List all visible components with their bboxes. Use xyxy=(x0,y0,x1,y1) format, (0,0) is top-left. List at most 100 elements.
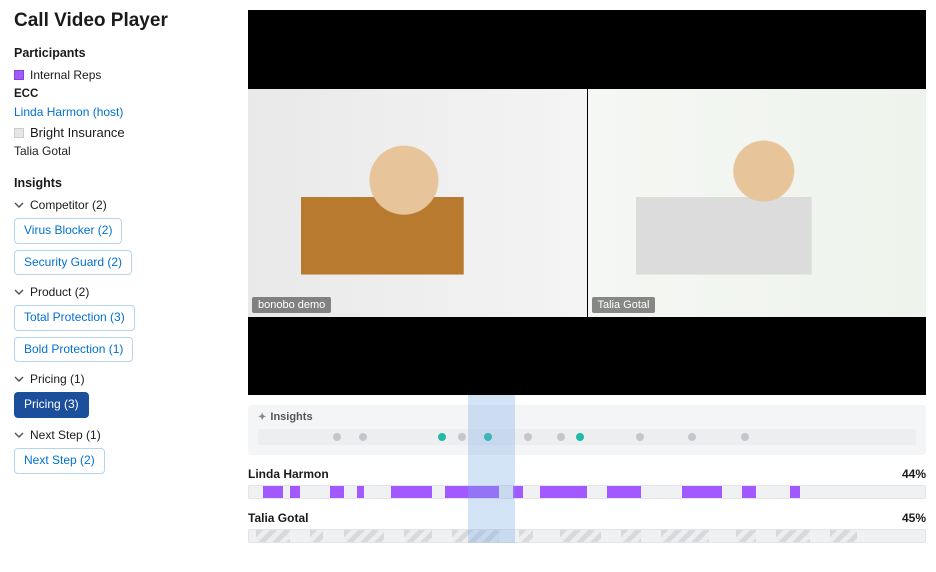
legend-label: Internal Reps xyxy=(30,68,101,82)
speaker-track[interactable] xyxy=(248,529,926,543)
speech-segment xyxy=(607,486,641,498)
insight-chip[interactable]: Next Step (2) xyxy=(14,448,105,474)
chip-row: Next Step (2) xyxy=(14,448,226,474)
chip-row: Total Protection (3) Bold Protection (1) xyxy=(14,305,226,362)
chevron-down-icon xyxy=(14,374,24,384)
insight-group-toggle[interactable]: Pricing (1) xyxy=(14,372,226,386)
insight-chip[interactable]: Bold Protection (1) xyxy=(14,337,133,363)
insight-dot[interactable] xyxy=(557,433,565,441)
speech-segment xyxy=(682,486,723,498)
speech-segment xyxy=(742,486,756,498)
insight-group-label: Competitor (2) xyxy=(30,198,107,212)
speech-segment xyxy=(661,530,708,542)
video-area[interactable]: bonobo demo Talia Gotal xyxy=(248,10,926,395)
participants-heading: Participants xyxy=(14,46,226,60)
timeline-container: ✦ Insights Linda Harmon 44% Talia Gotal 45% xyxy=(248,395,926,543)
insights-track[interactable] xyxy=(258,429,916,445)
insight-group: Competitor (2) Virus Blocker (2) Security … xyxy=(14,198,226,275)
speech-segment xyxy=(540,486,587,498)
insights-strip-title: ✦ Insights xyxy=(258,411,916,423)
participant-external: Talia Gotal xyxy=(14,144,226,158)
insight-dot[interactable] xyxy=(576,433,584,441)
insights-timeline-strip: ✦ Insights xyxy=(248,405,926,455)
speaker-name: Talia Gotal xyxy=(248,511,308,525)
legend-swatch-icon xyxy=(14,70,24,80)
speech-segment xyxy=(736,530,756,542)
speaker-track[interactable] xyxy=(248,485,926,499)
insight-dot[interactable] xyxy=(458,433,466,441)
chip-row: Pricing (3) xyxy=(14,392,226,418)
insight-dot[interactable] xyxy=(524,433,532,441)
insight-chip[interactable]: Total Protection (3) xyxy=(14,305,135,331)
speech-segment xyxy=(256,530,290,542)
insight-dot[interactable] xyxy=(688,433,696,441)
insight-dot[interactable] xyxy=(741,433,749,441)
external-org-row: Bright Insurance xyxy=(14,125,226,140)
insight-group-toggle[interactable]: Competitor (2) xyxy=(14,198,226,212)
main-panel: bonobo demo Talia Gotal ✦ Insights Linda… xyxy=(240,0,936,572)
speech-segment xyxy=(330,486,344,498)
speech-segment xyxy=(621,530,641,542)
video-thumbnail xyxy=(248,89,587,317)
insight-dot[interactable] xyxy=(359,433,367,441)
speaker-name: Linda Harmon xyxy=(248,467,329,481)
internal-org-label: ECC xyxy=(14,88,226,100)
speech-segment xyxy=(830,530,857,542)
speech-segment xyxy=(560,530,601,542)
speaker-percent: 44% xyxy=(902,467,926,481)
video-tile-label: Talia Gotal xyxy=(592,297,656,313)
speech-segment xyxy=(452,530,499,542)
speech-segment xyxy=(357,486,364,498)
insight-group-toggle[interactable]: Next Step (1) xyxy=(14,428,226,442)
speaker-header: Talia Gotal 45% xyxy=(248,511,926,525)
speech-segment xyxy=(310,530,324,542)
speech-segment xyxy=(776,530,810,542)
insight-group: Pricing (1) Pricing (3) xyxy=(14,372,226,418)
insight-dot[interactable] xyxy=(333,433,341,441)
speech-segment xyxy=(445,486,499,498)
insight-group-toggle[interactable]: Product (2) xyxy=(14,285,226,299)
insight-dot[interactable] xyxy=(438,433,446,441)
speaker-percent: 45% xyxy=(902,511,926,525)
speech-segment xyxy=(344,530,385,542)
speaker-header: Linda Harmon 44% xyxy=(248,467,926,481)
participant-link-host[interactable]: Linda Harmon (host) xyxy=(14,105,123,119)
insight-chip[interactable]: Virus Blocker (2) xyxy=(14,218,122,244)
speaker-block: Linda Harmon 44% xyxy=(248,467,926,499)
page-title: Call Video Player xyxy=(14,10,226,32)
video-tile-right[interactable]: Talia Gotal xyxy=(587,89,927,317)
speech-segment xyxy=(290,486,300,498)
speaker-block: Talia Gotal 45% xyxy=(248,511,926,543)
chip-row: Virus Blocker (2) Security Guard (2) xyxy=(14,218,226,275)
insight-group-label: Next Step (1) xyxy=(30,428,101,442)
legend-internal-reps: Internal Reps xyxy=(14,68,226,82)
speech-segment xyxy=(404,530,431,542)
chevron-down-icon xyxy=(14,430,24,440)
chevron-down-icon xyxy=(14,287,24,297)
insight-group-label: Pricing (1) xyxy=(30,372,85,386)
participants-section: Participants Internal Reps ECC Linda Har… xyxy=(14,46,226,158)
sidebar: Call Video Player Participants Internal … xyxy=(0,0,240,572)
speech-segment xyxy=(391,486,432,498)
insight-group-label: Product (2) xyxy=(30,285,89,299)
insight-dot[interactable] xyxy=(636,433,644,441)
speech-segment xyxy=(790,486,800,498)
insight-group: Product (2) Total Protection (3) Bold Prot… xyxy=(14,285,226,362)
insights-section: Insights Competitor (2) Virus Blocker (2)… xyxy=(14,176,226,474)
speech-segment xyxy=(263,486,283,498)
insights-heading: Insights xyxy=(14,176,226,190)
video-tile-label: bonobo demo xyxy=(252,297,331,313)
insight-chip[interactable]: Security Guard (2) xyxy=(14,250,132,276)
speech-segment xyxy=(513,486,523,498)
sparkle-icon: ✦ xyxy=(258,412,266,423)
insights-strip-label: Insights xyxy=(270,411,312,423)
insight-chip[interactable]: Pricing (3) xyxy=(14,392,89,418)
video-tile-left[interactable]: bonobo demo xyxy=(248,89,587,317)
speech-segment xyxy=(519,530,533,542)
external-org-label: Bright Insurance xyxy=(30,125,125,140)
video-thumbnail xyxy=(588,89,927,317)
company-swatch-icon xyxy=(14,128,24,138)
insight-group: Next Step (1) Next Step (2) xyxy=(14,428,226,474)
chevron-down-icon xyxy=(14,200,24,210)
insight-dot[interactable] xyxy=(484,433,492,441)
